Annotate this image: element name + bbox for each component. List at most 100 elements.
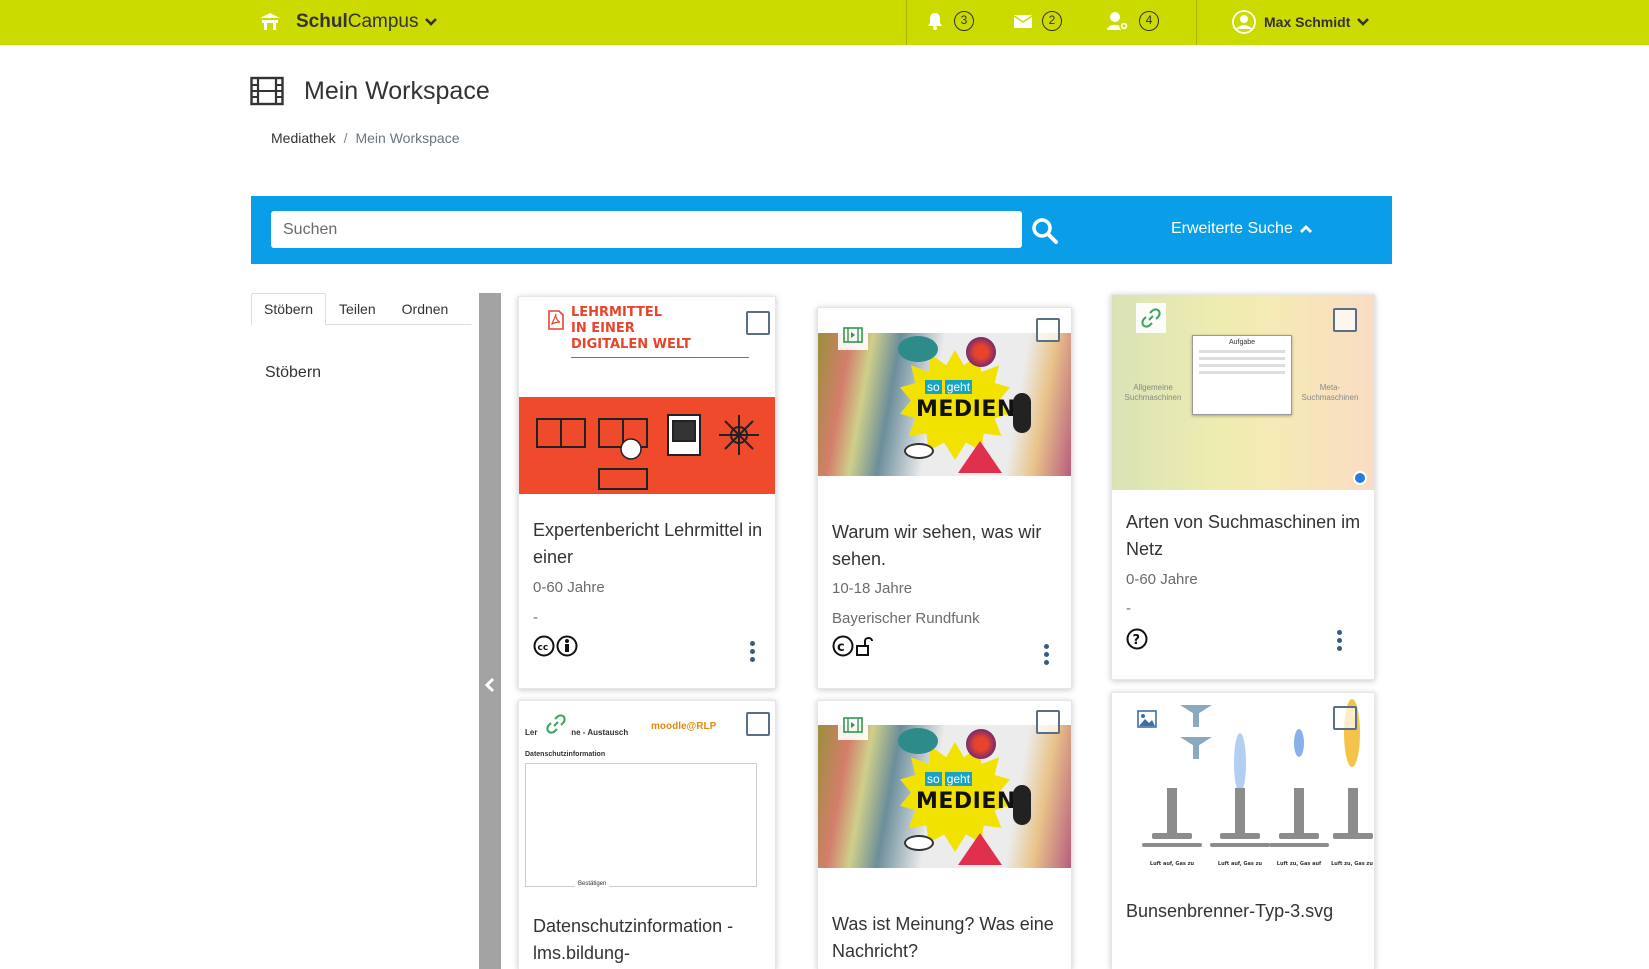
school-icon: [260, 13, 280, 30]
thumb-text: Datenschutzinformation: [525, 751, 606, 758]
chevron-down-icon: [1357, 18, 1370, 26]
media-card[interactable]: Ler ine - Austausch moodle@RLP Datenschu…: [518, 700, 776, 969]
card-select-checkbox[interactable]: [746, 311, 770, 335]
card-menu-button[interactable]: [1041, 644, 1051, 666]
messages-button[interactable]: 2: [1013, 6, 1062, 36]
requests-count: 4: [1139, 11, 1159, 31]
thumb-text: ine - Austausch: [569, 728, 629, 737]
envelope-icon: [1013, 15, 1033, 28]
license-cc-by-icon: cc: [533, 635, 579, 657]
thumb-text: LEHRMITTEL: [571, 305, 663, 320]
advanced-search-toggle[interactable]: Erweiterte Suche: [1171, 220, 1313, 238]
tab-stoebern[interactable]: Stöbern: [251, 293, 327, 325]
thumb-text: so geht: [925, 772, 973, 786]
brand-menu[interactable]: SchulCampus: [258, 7, 438, 37]
card-title[interactable]: Expertenbericht Lehrmittel in einer: [533, 517, 768, 571]
messages-count: 2: [1042, 11, 1062, 31]
tab-teilen[interactable]: Teilen: [326, 293, 389, 324]
card-title[interactable]: Datenschutzinformation - lms.bildung-: [533, 913, 768, 967]
media-card[interactable]: Aufgabe Allgemeine Suchmaschinen Meta-Su…: [1111, 294, 1375, 680]
card-age-range: 0-60 Jahre: [1126, 571, 1198, 588]
card-publisher: Bayerischer Rundfunk: [832, 610, 980, 627]
media-card[interactable]: Luft auf, Gas zu Luft auf, Gas zu Luft z…: [1111, 692, 1375, 969]
thumb-text: DIGITALEN WELT: [571, 337, 691, 352]
pdf-icon: [541, 305, 571, 335]
link-icon: [1136, 303, 1166, 333]
card-menu-button[interactable]: [1334, 630, 1344, 652]
thumb-text: Bestätigen: [575, 881, 610, 887]
card-select-checkbox[interactable]: [1333, 706, 1357, 730]
card-extra: -: [533, 609, 538, 626]
tab-ordnen[interactable]: Ordnen: [389, 293, 462, 324]
video-icon: [838, 320, 868, 350]
media-card[interactable]: so geht MEDIEN Warum wir sehen, was wir s…: [817, 307, 1072, 689]
card-title[interactable]: Warum wir sehen, was wir sehen.: [832, 519, 1062, 573]
svg-text:?: ?: [1133, 633, 1141, 648]
thumb-text: Luft auf, Gas zu: [1218, 861, 1263, 867]
breadcrumb: Mediathek / Mein Workspace: [271, 130, 460, 146]
thumb-text: Allgemeine Suchmaschinen: [1124, 383, 1182, 402]
contact-requests-button[interactable]: 4: [1106, 6, 1159, 36]
license-copyright-open-icon: c: [832, 635, 878, 657]
thumb-text: Meta-Suchmaschinen: [1301, 383, 1359, 402]
media-card[interactable]: LEHRMITTEL IN EINER DIGITALEN WELT Exper…: [518, 296, 776, 689]
navbar-divider: [906, 0, 907, 45]
search-icon[interactable]: [1030, 216, 1060, 246]
advanced-search-label: Erweiterte Suche: [1171, 220, 1293, 237]
card-thumbnail: so geht MEDIEN: [818, 333, 1071, 476]
user-settings-icon: [1107, 12, 1129, 31]
image-icon: [1132, 704, 1162, 734]
link-icon: [541, 709, 571, 739]
thumb-text: moodle@RLP: [651, 721, 717, 732]
card-select-checkbox[interactable]: [746, 712, 770, 736]
user-avatar-icon: [1232, 10, 1256, 34]
svg-text:c: c: [837, 640, 845, 655]
top-navbar: SchulCampus 3 2 4 Max Schmidt: [0, 0, 1649, 45]
thumb-text: Luft zu, Gas zu: [1331, 861, 1373, 867]
card-thumbnail: so geht MEDIEN: [818, 725, 1071, 868]
thumb-text: Ler: [525, 728, 538, 737]
card-title[interactable]: Arten von Suchmaschinen im Netz: [1126, 509, 1366, 563]
breadcrumb-current: Mein Workspace: [355, 130, 460, 146]
user-name: Max Schmidt: [1264, 14, 1351, 30]
svg-text:cc: cc: [538, 643, 549, 653]
breadcrumb-separator: /: [343, 130, 348, 146]
card-select-checkbox[interactable]: [1036, 318, 1060, 342]
license-unknown-icon: ?: [1126, 628, 1148, 650]
media-card[interactable]: so geht MEDIEN Was ist Meinung? Was eine …: [817, 700, 1072, 969]
card-title[interactable]: Bunsenbrenner-Typ-3.svg: [1126, 898, 1366, 925]
thumb-text: MEDIEN: [916, 397, 1016, 422]
chevron-left-icon: [484, 677, 495, 693]
chevron-down-icon: [425, 18, 438, 26]
search-bar: Erweiterte Suche: [251, 196, 1392, 264]
card-title[interactable]: Was ist Meinung? Was eine Nachricht?: [832, 911, 1062, 965]
thumb-text: so geht: [925, 380, 973, 394]
card-menu-button[interactable]: [747, 641, 757, 663]
card-age-range: 0-60 Jahre: [533, 579, 605, 596]
card-select-checkbox[interactable]: [1333, 308, 1357, 332]
thumb-text: MEDIEN: [916, 789, 1016, 814]
thumb-illustration: [536, 414, 759, 490]
navbar-divider: [1196, 0, 1197, 45]
page-header: Mein Workspace: [250, 76, 490, 106]
breadcrumb-mediathek[interactable]: Mediathek: [271, 130, 336, 146]
film-icon: [250, 76, 284, 106]
card-extra: -: [1126, 600, 1131, 617]
card-age-range: 10-18 Jahre: [832, 580, 913, 597]
chevron-up-icon: [1299, 225, 1312, 233]
page-title: Mein Workspace: [304, 76, 490, 105]
sidebar-collapse-bar[interactable]: [479, 293, 501, 969]
notifications-button[interactable]: 3: [925, 6, 974, 36]
card-select-checkbox[interactable]: [1036, 710, 1060, 734]
bell-icon: [928, 13, 942, 30]
notifications-count: 3: [954, 11, 974, 31]
tab-content-title: Stöbern: [265, 364, 322, 381]
thumb-text: Luft auf, Gas zu: [1150, 861, 1195, 867]
video-icon: [838, 710, 868, 740]
thumb-text: IN EINER: [571, 321, 635, 336]
thumb-text: Luft zu, Gas auf: [1277, 861, 1322, 867]
user-menu[interactable]: Max Schmidt: [1232, 6, 1370, 38]
search-input[interactable]: [271, 211, 1022, 248]
thumb-text: Aufgabe: [1228, 339, 1256, 346]
brand-name: SchulCampus: [296, 11, 419, 32]
